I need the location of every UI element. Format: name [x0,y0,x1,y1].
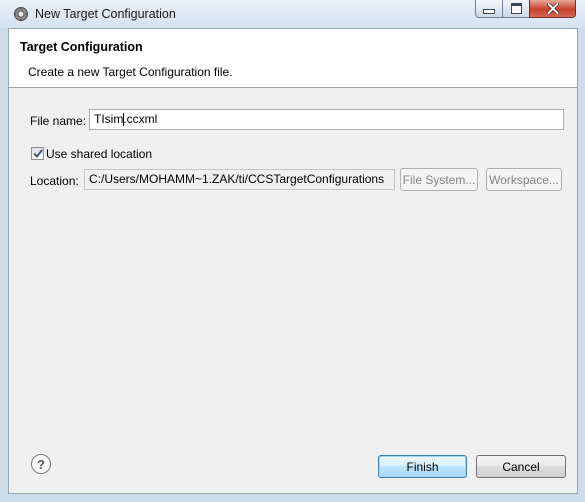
banner-title: Target Configuration [20,40,143,54]
app-gear-icon [14,7,28,21]
file-system-button[interactable]: File System... [400,168,478,191]
minimize-icon [483,9,495,14]
use-shared-location-checkbox[interactable] [31,147,44,160]
file-name-input[interactable]: TIsim.ccxml [89,109,564,130]
use-shared-location-label[interactable]: Use shared location [46,147,152,161]
file-name-text-end: .ccxml [123,112,158,126]
checkmark-icon [32,149,43,158]
window-title: New Target Configuration [35,7,176,21]
workspace-button[interactable]: Workspace... [486,168,562,191]
location-label: Location: [30,174,79,188]
cancel-button[interactable]: Cancel [476,455,566,478]
file-name-label: File name: [30,114,87,128]
finish-button[interactable]: Finish [378,455,467,478]
maximize-icon [510,3,522,14]
close-icon [546,3,559,14]
title-bar[interactable]: New Target Configuration [0,0,585,28]
close-button[interactable] [529,0,576,18]
header-banner: Target Configuration Create a new Target… [9,29,577,88]
minimize-button[interactable] [475,0,503,18]
dialog-window: New Target Configuration Target Configur… [0,0,585,502]
maximize-button[interactable] [502,0,530,18]
file-name-text-start: TIsim [94,112,124,126]
location-field: C:/Users/MOHAMM~1.ZAK/ti/CCSTargetConfig… [84,169,395,190]
help-icon[interactable]: ? [31,454,51,474]
banner-description: Create a new Target Configuration file. [28,65,233,79]
dialog-client-area: Target Configuration Create a new Target… [8,28,578,494]
